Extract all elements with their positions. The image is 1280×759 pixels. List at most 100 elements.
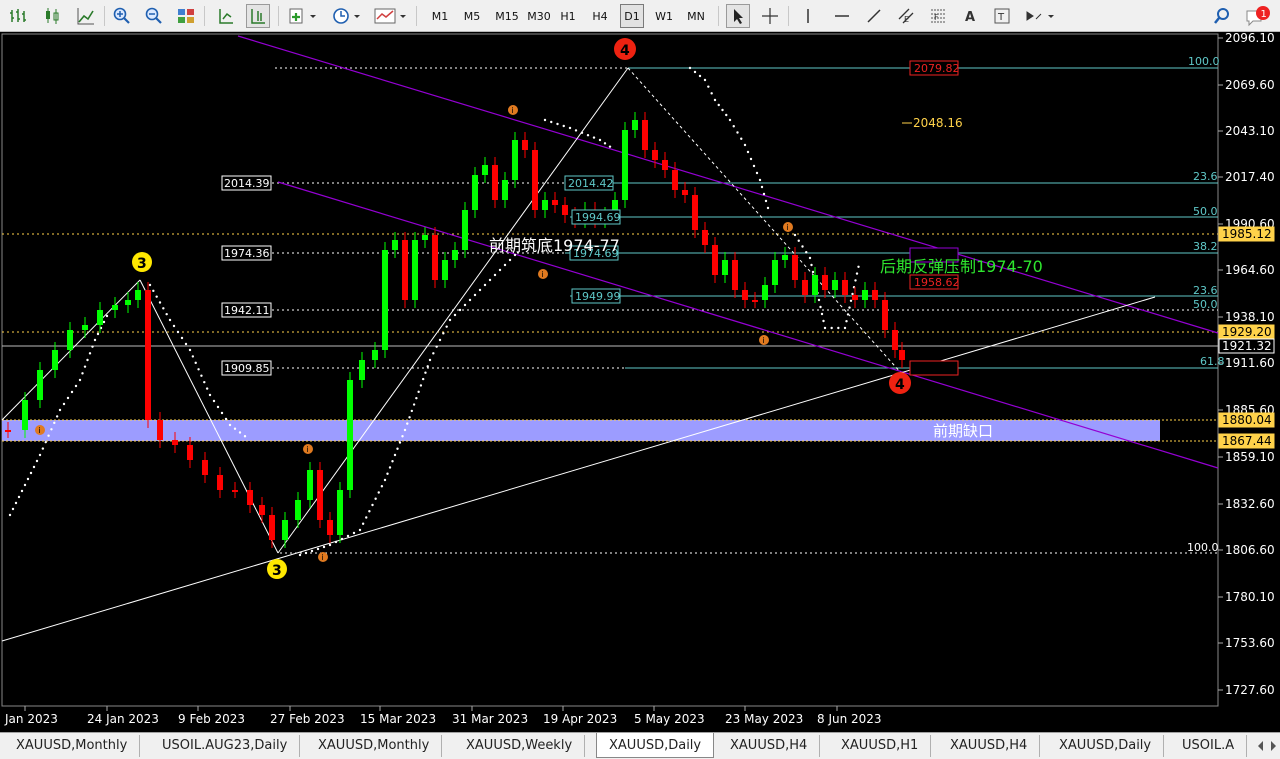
chart-tab-6[interactable]: XAUUSD,H1 [829,735,932,757]
candle [842,280,848,295]
candle [125,300,131,305]
chart-tab-2[interactable]: XAUUSD,Monthly [306,735,443,757]
x-axis-tick: 5 May 2023 [634,712,705,726]
level-box-1958-label: 1958.62 [914,276,960,289]
timeframe-m5[interactable]: M5 [460,4,484,28]
timeframe-h1[interactable]: H1 [556,4,580,28]
svg-text:i: i [512,106,514,115]
fib-label: 1994.69 [575,211,621,224]
candle [402,240,408,300]
indicators-dropdown-icon[interactable] [286,4,320,28]
cursor-arrow-icon[interactable] [726,4,750,28]
y-axis-tick: 1938.10 [1225,310,1275,324]
x-axis-tick: 27 Feb 2023 [270,712,345,726]
candle [742,290,748,300]
scroll-arrows-icon[interactable] [1256,737,1278,755]
svg-text:3: 3 [272,563,282,579]
trendline-icon[interactable] [862,4,886,28]
fib-label: 1949.99 [575,290,621,303]
candle [652,150,658,160]
vertical-line-icon[interactable] [796,4,820,28]
y-axis-tick: 2069.60 [1225,78,1275,92]
candle [482,165,488,175]
candle [492,165,498,200]
candle [512,140,518,180]
price-tag: 1921.32 [1222,339,1272,353]
candle [97,310,103,325]
timeframe-m1[interactable]: M1 [428,4,452,28]
chart-tab-8[interactable]: XAUUSD,Daily [1047,735,1165,757]
svg-text:4: 4 [895,377,905,393]
candle [472,175,478,210]
level-label: 1909.85 [224,362,270,375]
horizontal-line-icon[interactable] [830,4,854,28]
chart-tab-7[interactable]: XAUUSD,H4 [938,735,1041,757]
text-label-icon[interactable]: T [990,4,1014,28]
wave-marker: i [303,444,313,454]
candle [852,295,858,300]
candle [22,400,28,430]
svg-text:A: A [965,10,975,25]
chart-tab-5[interactable]: XAUUSD,H4 [718,735,821,757]
svg-text:3: 3 [137,256,147,272]
timeframe-m15[interactable]: M15 [492,4,522,28]
chart-tab-9[interactable]: USOIL.A [1170,735,1248,757]
candle [172,440,178,445]
chart-tab-1[interactable]: USOIL.AUG23,Daily [150,735,301,757]
timeframe-mn[interactable]: MN [684,4,708,28]
candle [187,445,193,460]
arrows-dropdown-icon[interactable] [1022,4,1058,28]
tile-windows-icon[interactable] [174,4,198,28]
candle [802,280,808,295]
text-tool-icon[interactable]: A [958,4,982,28]
notification-count: 1 [1261,9,1267,20]
chart-tab-0[interactable]: XAUUSD,Monthly [4,735,141,757]
candle [822,275,828,290]
chart-tab-3[interactable]: XAUUSD,Weekly [454,735,586,757]
tab-scroll-arrows[interactable] [1256,737,1278,755]
fib-percent: 100.0 [1187,541,1219,554]
notification-icon[interactable]: 1 [1242,4,1274,28]
timeframe-h4[interactable]: H4 [588,4,612,28]
candle [372,350,378,360]
svg-text:i: i [39,426,41,435]
period-clock-icon[interactable] [330,4,364,28]
candle [792,255,798,280]
candle [382,250,388,350]
fibonacci-icon[interactable]: F [926,4,950,28]
x-axis-tick: Jan 2023 [4,712,58,726]
candle [532,150,538,210]
support-annotation: 前期筑底1974-77 [489,236,620,255]
level-label: 1974.36 [224,247,270,260]
bar-chart-icon[interactable] [6,4,30,28]
candle [552,200,558,205]
chart-shift-icon[interactable] [246,4,270,28]
x-axis-tick: 15 Mar 2023 [360,712,436,726]
line-chart-icon[interactable] [74,4,98,28]
x-axis-tick: 19 Apr 2023 [543,712,617,726]
chart-tab-bar: XAUUSD,Monthly USOIL.AUG23,Daily XAUUSD,Mo… [0,732,1280,759]
level-2048-label: 2048.16 [913,116,963,130]
toolbar: M1 M5 M15 M30 H1 H4 D1 W1 MN E F A T 1 [0,0,1280,32]
zoom-out-icon[interactable] [142,4,166,28]
candle [157,420,163,440]
y-axis-tick: 1859.10 [1225,450,1275,464]
timeframe-w1[interactable]: W1 [652,4,676,28]
equidistant-channel-icon[interactable]: E [894,4,918,28]
search-icon[interactable] [1210,4,1234,28]
candle [712,245,718,275]
auto-scroll-icon[interactable] [214,4,238,28]
crosshair-icon[interactable] [758,4,782,28]
templates-icon[interactable] [372,4,410,28]
candle [232,490,238,492]
candle [202,460,208,475]
timeframe-d1[interactable]: D1 [620,4,644,28]
candlestick-icon[interactable] [40,4,64,28]
candle [259,505,265,515]
timeframe-m30[interactable]: M30 [524,4,554,28]
candle [145,290,151,420]
zoom-in-icon[interactable] [110,4,134,28]
chart-tab-4[interactable]: XAUUSD,Daily [596,733,715,758]
price-chart[interactable]: 2096.102069.602043.102017.401990.601964.… [0,32,1280,732]
candle [317,470,323,520]
